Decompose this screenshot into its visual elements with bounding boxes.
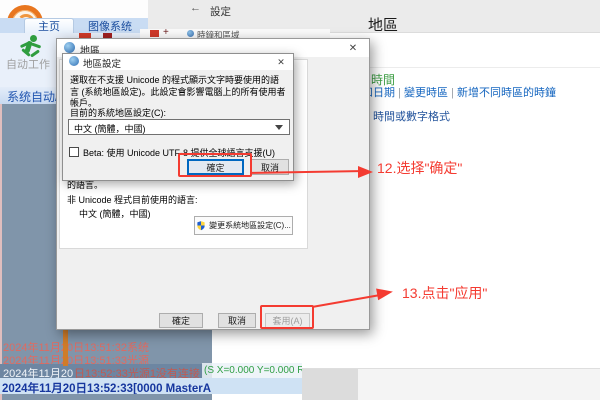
link-change-timezone[interactable]: 變更時區 xyxy=(404,87,448,99)
locale-dialog-close-button[interactable]: ✕ xyxy=(269,54,293,70)
non-unicode-value: 中文 (簡體，中國) xyxy=(79,207,151,220)
close-icon: ✕ xyxy=(349,43,357,54)
locale-description: 選取在不支援 Unicode 的程式顯示文字時要使用的語言 (系統地區設定)。此… xyxy=(70,75,288,110)
log-row-4[interactable]: 2024年11月20日13:52:33[0000 MasterA xyxy=(0,378,302,394)
annotation-box-step12 xyxy=(178,153,252,177)
control-panel-strip: + 時鐘和區域 xyxy=(140,29,330,38)
region-dialog-close-button[interactable]: ✕ xyxy=(337,39,369,57)
current-locale-label: 目前的系統地區設定(C): xyxy=(70,106,166,119)
annotation-label-step12: 12.选择"确定" xyxy=(377,158,462,178)
globe-icon xyxy=(69,56,79,66)
chevron-down-icon xyxy=(275,125,283,130)
plus-icon[interactable]: + xyxy=(163,27,169,38)
non-unicode-label: 非 Unicode 程式目前使用的語言: xyxy=(67,193,198,206)
settings-window-title: 設定 xyxy=(210,4,231,19)
globe-icon xyxy=(187,30,194,37)
left-edge-strip xyxy=(0,104,2,400)
locale-dialog-title: 地區設定 xyxy=(83,56,121,70)
locale-combobox[interactable]: 中文 (簡體，中國) xyxy=(68,119,290,135)
status-label: 系统自动/ xyxy=(7,88,58,105)
log-row-4-text: 2024年11月20日13:52:33[0000 MasterA xyxy=(2,380,211,394)
settings-bottom-gray-block xyxy=(302,369,358,400)
change-system-locale-label: 變更系統地區設定(C)... xyxy=(209,220,291,231)
tab-image-system-label: 图像系统 xyxy=(88,18,132,34)
tab-image-system[interactable]: 图像系统 xyxy=(77,18,143,33)
back-arrow-icon[interactable]: ← xyxy=(190,2,201,14)
log-row-3[interactable]: 2024年11月20 日13:52:33光源1没有连接 (S X=0.000 Y… xyxy=(0,364,302,378)
log-scroll-bar xyxy=(63,330,68,366)
tab-home-label: 主页 xyxy=(38,18,60,34)
region-cancel-button[interactable]: 取消 xyxy=(218,313,256,328)
link-add-clocks[interactable]: 新增不同時區的時鐘 xyxy=(457,87,556,99)
link-separator: | xyxy=(451,87,454,99)
annotation-label-step13: 13.点击"应用" xyxy=(402,283,487,303)
annotation-arrow-step12 xyxy=(358,166,373,178)
app-icon-red xyxy=(150,30,159,37)
tab-home[interactable]: 主页 xyxy=(24,18,74,33)
locale-combobox-value: 中文 (簡體，中國) xyxy=(74,122,146,135)
change-system-locale-button[interactable]: 變更系統地區設定(C)... xyxy=(194,216,293,235)
uac-shield-icon xyxy=(196,220,206,231)
settings-divider-top xyxy=(330,32,600,33)
checkbox-icon xyxy=(69,147,79,157)
coords-overlay-box: (S X=0.000 Y=0.000 R xyxy=(202,363,302,378)
globe-icon xyxy=(64,42,75,53)
auto-work-label: 自动工作 xyxy=(0,57,56,71)
close-icon: ✕ xyxy=(277,57,285,68)
settings-bottom-light-block xyxy=(358,369,600,400)
annotation-box-step13 xyxy=(260,305,314,329)
coords-overlay-text: (S X=0.000 Y=0.000 R xyxy=(204,365,302,376)
link-separator: | xyxy=(398,87,401,99)
region-ok-button[interactable]: 確定 xyxy=(159,313,203,328)
screenshot-root: ← 設定 地區 日期和時間 設定時間和日期 | 變更時區 | 新增不同時區的時鐘… xyxy=(0,0,600,400)
